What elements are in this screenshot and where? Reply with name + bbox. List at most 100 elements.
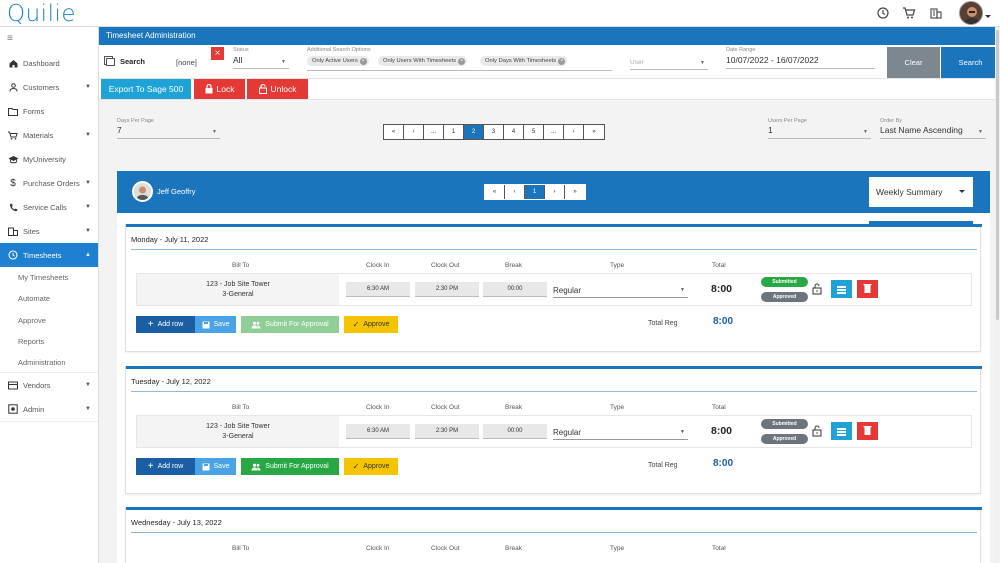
type-select[interactable]: Regular ▼ <box>553 283 688 298</box>
user-page-2[interactable]: 1 <box>525 185 545 199</box>
bill-to-job: 123 - Job Site Tower <box>206 281 270 288</box>
graduation-cap-icon <box>6 155 20 164</box>
sidebar-item-timesheets[interactable]: Timesheets ▲ <box>0 243 98 267</box>
sidebar: ≡ Dashboard Customers ▼ Forms Materials … <box>0 27 99 563</box>
sidebar-subitem-my-timesheets[interactable]: My Timesheets <box>18 273 68 282</box>
unlock-icon[interactable] <box>812 283 822 295</box>
user-page-1[interactable]: ‹ <box>505 185 525 199</box>
break-input[interactable]: 00:00 <box>483 424 547 439</box>
notes-button[interactable] <box>831 422 852 440</box>
cart-icon[interactable] <box>902 6 916 20</box>
sidebar-item-label: Vendors <box>23 380 51 390</box>
sidebar-item-customers[interactable]: Customers ▼ <box>0 75 98 99</box>
chip-remove-icon[interactable]: × <box>458 57 466 65</box>
main-page-7[interactable]: 5 <box>524 125 544 139</box>
sidebar-item-admin[interactable]: Admin ▼ <box>0 397 98 421</box>
trash-icon <box>863 284 872 293</box>
chip-remove-icon[interactable]: × <box>359 57 367 65</box>
add-row-button[interactable]: + Add row <box>136 458 195 475</box>
search-panel-icon <box>104 56 115 66</box>
clock-in-input[interactable]: 6:30 AM <box>346 282 410 297</box>
type-select[interactable]: Regular ▼ <box>553 425 688 440</box>
submit-approval-button[interactable]: Submit For Approval <box>241 458 339 475</box>
clock-in-input[interactable]: 6:30 AM <box>346 424 410 439</box>
add-row-button[interactable]: + Add row <box>136 316 195 333</box>
save-icon <box>202 463 210 470</box>
bill-to-cell[interactable]: 123 - Job Site Tower 3-General <box>137 274 339 305</box>
avatar-caret-icon[interactable] <box>985 15 991 18</box>
app-logo[interactable]: Quilie <box>7 1 76 27</box>
hamburger-menu-icon[interactable]: ≡ <box>7 33 17 44</box>
chip-only-active-users[interactable]: Only Active Users × <box>307 56 369 66</box>
avatar[interactable] <box>959 1 983 25</box>
bill-to-cell[interactable]: 123 - Job Site Tower 3-General <box>137 416 339 447</box>
sidebar-item-myuniversity[interactable]: MyUniversity <box>0 147 98 171</box>
chip-only-days-with-timesheets[interactable]: Only Days With Timesheets × <box>480 56 568 66</box>
break-input[interactable]: 00:00 <box>483 282 547 297</box>
sidebar-subitem-administration[interactable]: Administration <box>18 358 66 367</box>
main-page-8[interactable]: ... <box>544 125 564 139</box>
user-page-0[interactable]: « <box>485 185 505 199</box>
sidebar-subitem-reports[interactable]: Reports <box>18 337 44 346</box>
save-label: Save <box>213 463 230 470</box>
search-button[interactable]: Search <box>941 47 1000 78</box>
order-by-select[interactable]: Last Name Ascending ▼ <box>880 125 986 139</box>
date-range-value: 10/07/2022 - 16/07/2022 <box>726 55 819 65</box>
clock-out-input[interactable]: 2:30 PM <box>415 424 479 439</box>
status-select[interactable]: All ▼ <box>233 55 289 69</box>
notes-button[interactable] <box>831 280 852 298</box>
building-icon[interactable] <box>929 6 943 20</box>
sidebar-item-label: Customers <box>23 82 60 92</box>
filter-bar: Search [none] × Status All ▼ Additional S… <box>99 45 1000 79</box>
search-toggle[interactable]: Search <box>104 56 145 66</box>
main-page-10[interactable]: » <box>584 125 604 139</box>
chip-only-users-with-timesheets[interactable]: Only Users With Timesheets × <box>378 56 468 66</box>
user-page-3[interactable]: › <box>545 185 565 199</box>
users-per-page-select[interactable]: 1 ▼ <box>768 125 871 139</box>
clock-out-input[interactable]: 2:30 PM <box>415 282 479 297</box>
delete-button[interactable] <box>857 422 878 440</box>
chip-remove-icon[interactable]: × <box>558 57 566 65</box>
main-page-9[interactable]: › <box>564 125 584 139</box>
sidebar-item-purchase-orders[interactable]: $ Purchase Orders ▼ <box>0 171 98 195</box>
delete-button[interactable] <box>857 280 878 298</box>
clock-icon[interactable] <box>876 6 890 20</box>
weekly-summary-select[interactable]: Weekly Summary <box>869 177 973 207</box>
main-page-1[interactable]: ‹ <box>404 125 424 139</box>
sidebar-item-sites[interactable]: Sites ▼ <box>0 219 98 243</box>
save-button[interactable]: Save <box>195 316 236 333</box>
export-sage-button[interactable]: Export To Sage 500 <box>101 79 191 99</box>
user-page-4[interactable]: » <box>565 185 585 199</box>
main-page-3[interactable]: 1 <box>444 125 464 139</box>
submit-approval-button[interactable]: Submit For Approval <box>241 316 339 333</box>
chevron-down-icon: ▼ <box>85 132 91 138</box>
days-per-page-select[interactable]: 7 ▼ <box>117 125 220 139</box>
sidebar-item-vendors[interactable]: Vendors ▼ <box>0 373 98 397</box>
clear-button[interactable]: Clear <box>887 47 940 78</box>
sidebar-item-forms[interactable]: Forms <box>0 99 98 123</box>
unlock-icon[interactable] <box>812 425 822 437</box>
main-page-4[interactable]: 2 <box>464 125 484 139</box>
user-select[interactable]: User ▼ <box>630 56 708 70</box>
approve-button[interactable]: ✓ Approve <box>344 458 398 475</box>
column-header-type: Type <box>610 262 625 269</box>
main-page-5[interactable]: 3 <box>484 125 504 139</box>
main-page-6[interactable]: 4 <box>504 125 524 139</box>
main-page-0[interactable]: « <box>384 125 404 139</box>
scrollbar-thumb[interactable] <box>996 30 999 320</box>
day-title: Tuesday - July 12, 2022 <box>131 377 211 386</box>
action-bar: Export To Sage 500 Lock Unlock <box>99 79 1000 100</box>
sidebar-subitem-approve[interactable]: Approve <box>18 316 46 325</box>
main-page-2[interactable]: ... <box>424 125 444 139</box>
clear-selection-icon[interactable]: × <box>211 47 224 60</box>
sidebar-item-materials[interactable]: Materials ▼ <box>0 123 98 147</box>
approve-button[interactable]: ✓ Approve <box>344 316 398 333</box>
lock-button[interactable]: Lock <box>194 79 245 99</box>
sidebar-subitem-automate[interactable]: Automate <box>18 294 50 303</box>
date-range-input[interactable]: 10/07/2022 - 16/07/2022 <box>726 55 875 69</box>
sidebar-item-service-calls[interactable]: Service Calls ▼ <box>0 195 98 219</box>
save-button[interactable]: Save <box>195 458 236 475</box>
save-label: Save <box>213 321 230 328</box>
sidebar-item-dashboard[interactable]: Dashboard <box>0 51 98 75</box>
unlock-button[interactable]: Unlock <box>247 79 308 99</box>
